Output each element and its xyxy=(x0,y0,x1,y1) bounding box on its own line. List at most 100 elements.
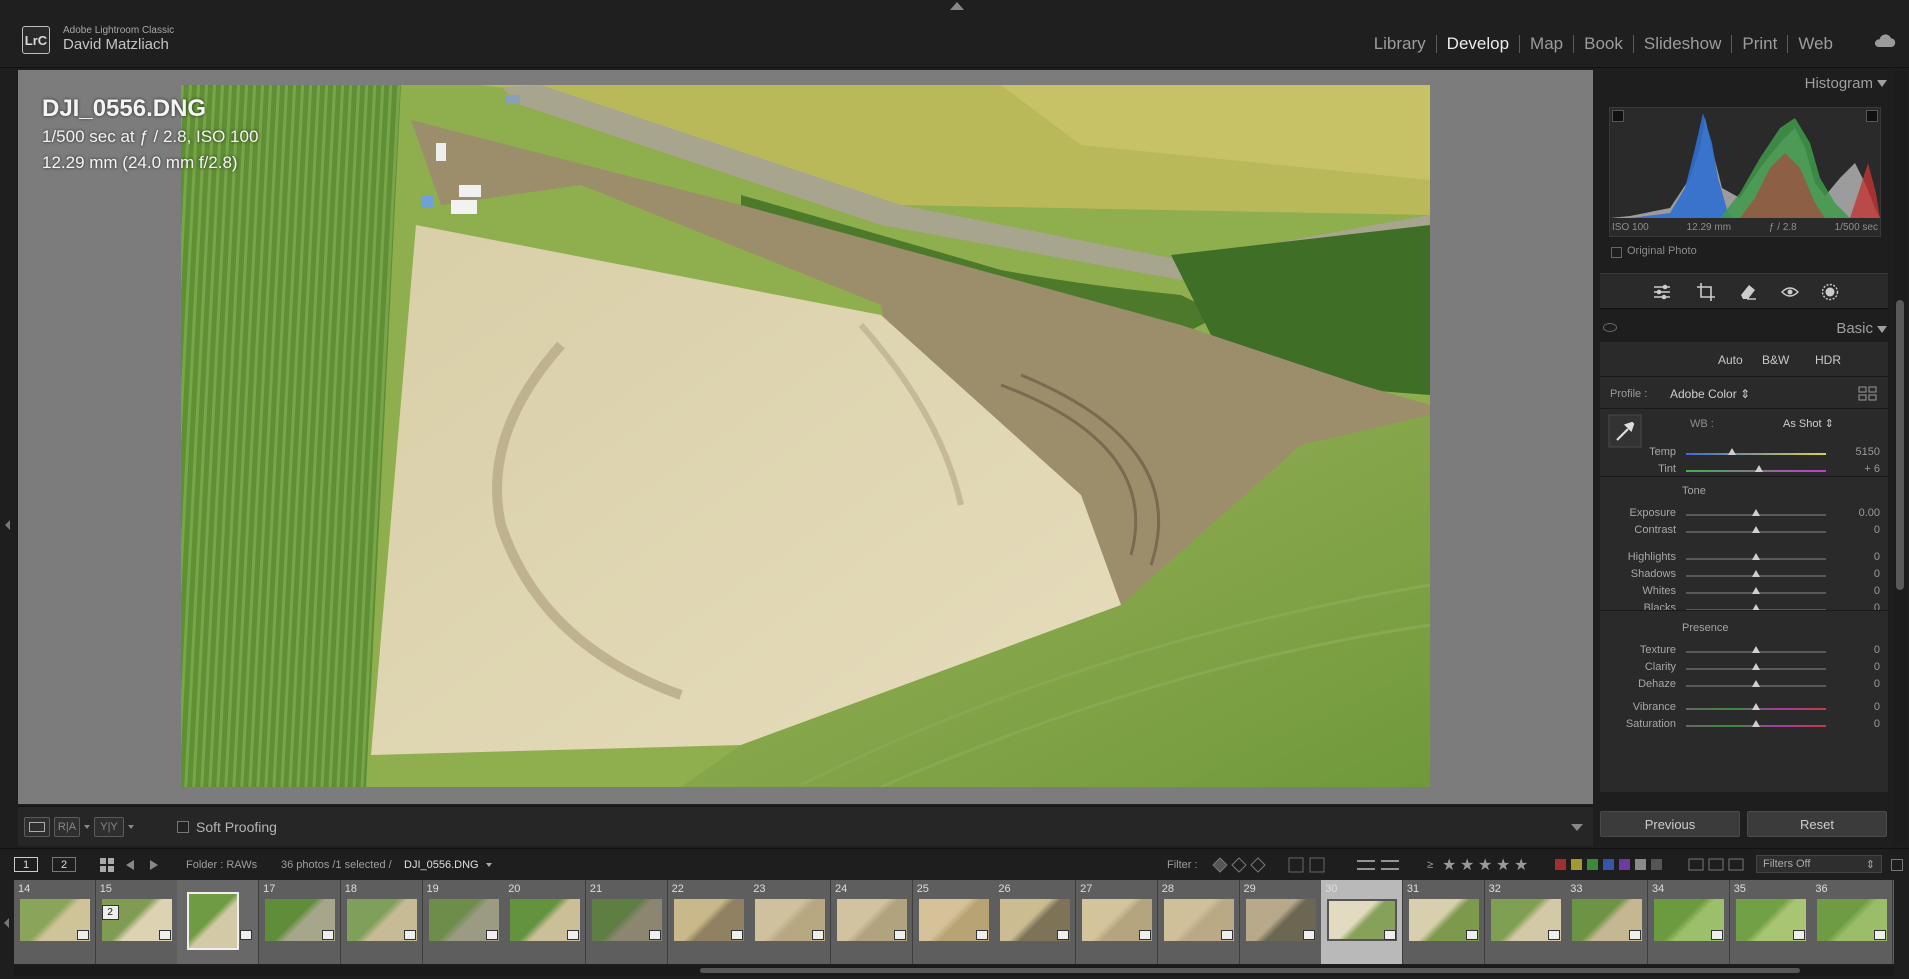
slider-value-blacks[interactable]: 0 xyxy=(1830,602,1880,614)
filmstrip-scrollbar[interactable] xyxy=(14,966,1894,976)
hdr-button[interactable]: HDR xyxy=(1807,350,1849,370)
star-2-icon[interactable]: ★ xyxy=(1460,855,1474,875)
filmstrip-cell[interactable]: 20 xyxy=(504,880,587,964)
kind-filter-icons[interactable] xyxy=(1688,858,1748,871)
filmstrip-cell[interactable]: 25 xyxy=(912,880,995,964)
module-print[interactable]: Print xyxy=(1732,34,1787,54)
filmstrip-cell[interactable]: 34 xyxy=(1648,880,1730,964)
module-map[interactable]: Map xyxy=(1520,34,1573,54)
filmstrip[interactable]: 14 15 2 17 18 19 20 21 22 23 24 25 26 27 28 29 30 31 32 33 3… xyxy=(14,880,1894,964)
slider-thumb-exposure[interactable] xyxy=(1752,509,1760,516)
window-1-button[interactable]: 1 xyxy=(14,857,38,872)
filters-preset-select[interactable]: Filters Off ⇕ xyxy=(1756,855,1882,873)
slider-value-shadows[interactable]: 0 xyxy=(1830,568,1880,580)
slider-thumb-highlights[interactable] xyxy=(1752,553,1760,560)
filmstrip-cell[interactable]: 27 xyxy=(1076,880,1159,964)
histogram-title[interactable]: Histogram xyxy=(1805,75,1873,92)
grid-view-icon[interactable] xyxy=(100,858,114,872)
cloud-sync-icon[interactable] xyxy=(1873,34,1897,48)
slider-thumb-saturation[interactable] xyxy=(1752,720,1760,727)
basic-title[interactable]: Basic xyxy=(1836,320,1873,337)
filmstrip-cell[interactable]: 23 xyxy=(749,880,832,964)
slider-value-contrast[interactable]: 0 xyxy=(1830,524,1880,536)
slider-value-clarity[interactable]: 0 xyxy=(1830,661,1880,673)
filmstrip-cell[interactable]: 30 xyxy=(1321,880,1404,964)
slider-thumb-vibrance[interactable] xyxy=(1752,703,1760,710)
filmstrip-cell[interactable]: 29 xyxy=(1239,880,1322,964)
slider-thumb-contrast[interactable] xyxy=(1752,526,1760,533)
profile-select[interactable]: Adobe Color ⇕ xyxy=(1670,387,1750,401)
before-after-split-button[interactable]: Y|Y xyxy=(94,817,124,837)
filmstrip-cell[interactable]: 21 xyxy=(585,880,668,964)
module-book[interactable]: Book xyxy=(1574,34,1633,54)
filmstrip-cell[interactable]: 14 xyxy=(14,880,96,964)
split-dropdown-icon[interactable] xyxy=(128,825,134,829)
slider-value-highlights[interactable]: 0 xyxy=(1830,551,1880,563)
filter-lock-icon[interactable] xyxy=(1891,859,1903,871)
selected-filename[interactable]: DJI_0556.DNG xyxy=(404,859,479,871)
filmstrip-thumbnail[interactable] xyxy=(187,892,240,950)
folder-source[interactable]: Folder : RAWs xyxy=(186,859,257,871)
slider-track-temp[interactable] xyxy=(1686,453,1826,455)
reset-button[interactable]: Reset xyxy=(1747,811,1887,837)
no-label-filter[interactable] xyxy=(1651,859,1662,870)
filmstrip-cell[interactable]: 31 xyxy=(1402,880,1485,964)
toolbar-content-dropdown-icon[interactable] xyxy=(1571,824,1583,831)
yellow-label-filter[interactable] xyxy=(1571,859,1582,870)
module-web[interactable]: Web xyxy=(1788,34,1843,54)
purple-label-filter[interactable] xyxy=(1619,859,1630,870)
filmstrip-cell[interactable]: 19 xyxy=(422,880,505,964)
basic-panel-header[interactable]: Basic xyxy=(1597,318,1893,340)
filmstrip-scroll-left-icon[interactable] xyxy=(4,918,9,928)
slider-thumb-texture[interactable] xyxy=(1752,646,1760,653)
back-arrow-icon[interactable] xyxy=(126,860,134,870)
filmstrip-cell[interactable]: 17 xyxy=(259,880,342,964)
basic-collapse-icon[interactable] xyxy=(1877,326,1887,333)
filmstrip-cell[interactable]: 15 2 xyxy=(95,880,178,964)
auto-button[interactable]: Auto xyxy=(1710,350,1751,370)
right-panel-scroll-thumb[interactable] xyxy=(1896,300,1904,590)
rating-operator[interactable]: ≥ xyxy=(1427,859,1433,871)
slider-value-dehaze[interactable]: 0 xyxy=(1830,678,1880,690)
filmstrip-cell[interactable] xyxy=(177,880,260,964)
custom-label-filter[interactable] xyxy=(1635,859,1646,870)
module-library[interactable]: Library xyxy=(1364,34,1436,54)
green-label-filter[interactable] xyxy=(1587,859,1598,870)
forward-arrow-icon[interactable] xyxy=(150,860,158,870)
wb-select[interactable]: As Shot ⇕ xyxy=(1783,417,1834,430)
slider-value-vibrance[interactable]: 0 xyxy=(1830,701,1880,713)
before-after-dropdown-icon[interactable] xyxy=(84,825,90,829)
filmstrip-cell[interactable]: 24 xyxy=(831,880,913,964)
redeye-icon[interactable] xyxy=(1780,282,1800,302)
expand-left-panel-icon[interactable] xyxy=(5,520,10,530)
slider-thumb-dehaze[interactable] xyxy=(1752,680,1760,687)
crop-icon[interactable] xyxy=(1696,282,1716,302)
slider-value-saturation[interactable]: 0 xyxy=(1830,718,1880,730)
blue-label-filter[interactable] xyxy=(1603,859,1614,870)
histogram-collapse-icon[interactable] xyxy=(1877,80,1887,87)
filmstrip-cell[interactable]: 36 xyxy=(1811,880,1894,964)
slider-thumb-tint[interactable] xyxy=(1754,465,1763,472)
profile-browser-icon[interactable] xyxy=(1858,386,1878,402)
bw-button[interactable]: B&W xyxy=(1754,350,1797,370)
module-develop[interactable]: Develop xyxy=(1437,34,1519,54)
highlight-clipping-icon[interactable] xyxy=(1866,110,1878,122)
adjustment-filter-icons[interactable] xyxy=(1357,857,1401,873)
star-1-icon[interactable]: ★ xyxy=(1442,855,1456,875)
before-after-button[interactable]: R|A xyxy=(54,817,80,837)
filmstrip-cell[interactable]: 26 xyxy=(994,880,1077,964)
filmstrip-cell[interactable]: 35 xyxy=(1729,880,1812,964)
filmstrip-cell[interactable]: 18 xyxy=(340,880,423,964)
filmstrip-cell[interactable]: 22 xyxy=(667,880,750,964)
soft-proofing-checkbox[interactable] xyxy=(177,821,189,833)
slider-thumb-shadows[interactable] xyxy=(1752,570,1760,577)
mask-icon[interactable] xyxy=(1820,282,1840,302)
slider-value-tint[interactable]: + 6 xyxy=(1830,463,1880,475)
module-slideshow[interactable]: Slideshow xyxy=(1634,34,1732,54)
star-4-icon[interactable]: ★ xyxy=(1496,855,1510,875)
filmstrip-scroll-thumb[interactable] xyxy=(700,968,1800,973)
slider-value-texture[interactable]: 0 xyxy=(1830,644,1880,656)
slider-value-exposure[interactable]: 0.00 xyxy=(1830,507,1880,519)
wb-eyedropper-icon[interactable] xyxy=(1608,414,1642,448)
stack-count-badge[interactable]: 2 xyxy=(101,905,119,920)
